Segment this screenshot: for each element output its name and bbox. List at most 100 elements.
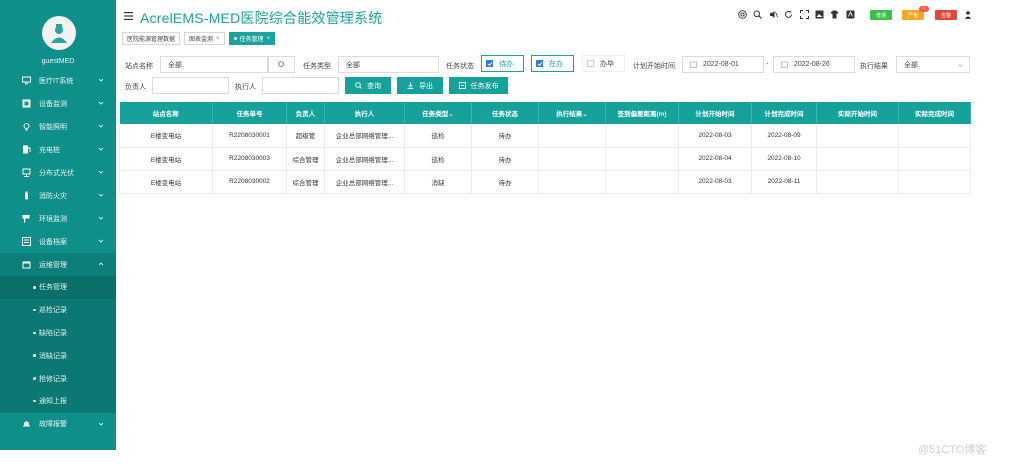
sidebar-subitem-label: 缺陷记录	[39, 329, 67, 337]
exec-result-select[interactable]: 全部	[896, 56, 970, 73]
sidebar-item-environment[interactable]: 环境监测	[0, 207, 116, 230]
user-name: guestMED	[41, 58, 75, 65]
table-cell: E楼变电站	[119, 124, 213, 148]
sidebar-item-medical-it[interactable]: 医疗IT系统	[0, 69, 116, 92]
table-cell: 企业总部网络管理...	[324, 147, 405, 171]
refresh-icon[interactable]	[784, 10, 793, 19]
checkbox-checked-icon	[536, 60, 543, 67]
menu-toggle-icon[interactable]	[124, 12, 133, 20]
status-done-checkbox[interactable]: 办毕	[582, 55, 625, 72]
executor-input[interactable]	[262, 77, 339, 94]
sidebar-subitem-defect-records[interactable]: 缺陷记录	[0, 322, 116, 345]
column-header-task-no[interactable]: 任务单号	[212, 102, 287, 124]
chevron-down-icon	[98, 147, 104, 151]
table-cell: 待办	[471, 124, 539, 148]
table-row[interactable]: E楼变电站 R2208030001 超级管 企业总部网络管理... 巡检 待办 …	[119, 124, 971, 148]
sidebar-item-operations[interactable]: 运维管理	[0, 253, 116, 276]
help-icon[interactable]	[738, 10, 747, 19]
export-button[interactable]: 导出	[397, 77, 443, 94]
export-button-label: 导出	[419, 82, 433, 90]
table-cell: R2208030003	[212, 147, 287, 171]
table-cell: 巡检	[404, 124, 472, 148]
table-cell: 企业总部网络管理...	[324, 124, 405, 148]
tab-task-management[interactable]: 任务管理 ×	[228, 32, 276, 45]
table-cell: 2022-08-09	[751, 124, 817, 148]
sidebar-subitem-label: 消缺记录	[39, 352, 67, 360]
date-to-input[interactable]: 2022-08-26	[773, 56, 855, 73]
close-icon[interactable]: ×	[216, 36, 220, 42]
sidebar-subitem-task-management[interactable]: 任务管理	[0, 276, 116, 299]
column-header-exec-result[interactable]: 执行结果⌄	[538, 102, 606, 124]
table-cell: 综合管理	[286, 147, 325, 171]
column-header-owner[interactable]: 负责人	[286, 102, 325, 124]
fullscreen-icon[interactable]	[799, 10, 809, 19]
station-select[interactable]: 全部	[160, 56, 268, 73]
column-header-station[interactable]: 站点名称	[119, 102, 213, 124]
table-row[interactable]: E楼变电站 R2208030002 综合管理 企业总部网络管理... 消缺 待办…	[119, 170, 971, 194]
shirt-icon[interactable]	[830, 10, 839, 19]
chevron-up-icon	[98, 262, 104, 266]
station-label: 站点名称	[125, 63, 153, 70]
sidebar-subitem-inspection-records[interactable]: 巡检记录	[0, 299, 116, 322]
station-select-value: 全部	[168, 61, 182, 69]
close-icon[interactable]: ×	[267, 36, 271, 42]
sidebar-item-lighting[interactable]: 智能照明	[0, 115, 116, 138]
table-row[interactable]: E楼变电站 R2208030003 综合管理 企业总部网络管理... 巡检 待办…	[119, 147, 971, 171]
column-header-actual-end[interactable]: 实际完成时间	[898, 102, 971, 124]
tab-energy-dashboard[interactable]: 医院能源管理数据	[122, 32, 181, 45]
alarm-level-alert-badge[interactable]: 告警	[935, 10, 957, 20]
table-cell: E楼变电站	[119, 147, 213, 171]
date-from-input[interactable]: 2022-08-01	[682, 56, 764, 73]
publish-task-button[interactable]: 任务发布	[449, 77, 508, 94]
search-icon[interactable]	[753, 10, 763, 19]
owner-input[interactable]	[152, 77, 229, 94]
chevron-down-icon	[98, 216, 104, 220]
sidebar-item-device-monitor[interactable]: 设备监测	[0, 92, 116, 115]
sidebar-item-label: 分布式光伏	[39, 169, 74, 177]
image-icon[interactable]	[815, 10, 824, 19]
column-header-checkin-distance[interactable]: 签到偏差距离(m)	[605, 102, 679, 124]
column-header-plan-end[interactable]: 计划完成时间	[751, 102, 817, 124]
sidebar-subitem-elimination-records[interactable]: 消缺记录	[0, 344, 116, 367]
station-search-button[interactable]	[268, 56, 295, 73]
avatar[interactable]	[42, 16, 76, 50]
sidebar-item-fault-alarm[interactable]: 故障报警	[0, 413, 116, 435]
column-header-actual-start[interactable]: 实际开始时间	[816, 102, 899, 124]
sidebar-item-archive[interactable]: 设备档案	[0, 230, 116, 253]
tab-chart-monitor[interactable]: 图表监测 ×	[184, 32, 225, 45]
table-cell: E楼变电站	[119, 170, 213, 194]
sidebar-item-solar[interactable]: 分布式光伏	[0, 161, 116, 184]
doctor-avatar-icon	[51, 24, 67, 43]
chevron-down-icon	[98, 193, 104, 197]
device-icon	[22, 99, 31, 108]
watermark: @51CTO博客	[918, 444, 987, 456]
mute-icon[interactable]	[769, 10, 778, 19]
table-cell	[605, 147, 679, 171]
task-type-select-value: 全部	[346, 61, 360, 69]
column-header-plan-start[interactable]: 计划开始时间	[678, 102, 752, 124]
sidebar-item-label: 智能照明	[39, 123, 67, 131]
column-header-task-type[interactable]: 任务类型⌄	[404, 102, 472, 124]
status-todo-label: 待办	[499, 60, 513, 68]
translate-icon[interactable]	[846, 10, 855, 19]
sidebar-subitem-notification-report[interactable]: 通知上报	[0, 390, 116, 413]
task-type-select[interactable]: 全部	[338, 56, 439, 73]
status-todo-checkbox[interactable]: 待办	[481, 55, 524, 72]
table-cell: 2022-08-11	[751, 170, 817, 194]
sidebar-item-fire[interactable]: 消防火灾	[0, 184, 116, 207]
sidebar-item-label: 消防火灾	[39, 192, 67, 200]
column-header-task-status[interactable]: 任务状态	[471, 102, 539, 124]
chevron-down-icon	[958, 64, 963, 67]
table-cell	[605, 170, 679, 194]
alarm-level-normal-badge[interactable]: 普通	[870, 10, 892, 20]
sidebar-item-label: 充电桩	[39, 146, 60, 154]
sidebar-item-charger[interactable]: 充电桩	[0, 138, 116, 161]
sidebar-subitem-repair-records[interactable]: 抢修记录	[0, 367, 116, 390]
charger-icon	[22, 145, 31, 154]
user-icon[interactable]	[965, 11, 971, 19]
download-icon	[407, 82, 414, 89]
query-button[interactable]: 查询	[345, 77, 391, 94]
column-header-executor[interactable]: 执行人	[324, 102, 405, 124]
status-inprogress-checkbox[interactable]: 在办	[531, 55, 574, 72]
bell-icon	[22, 419, 31, 428]
